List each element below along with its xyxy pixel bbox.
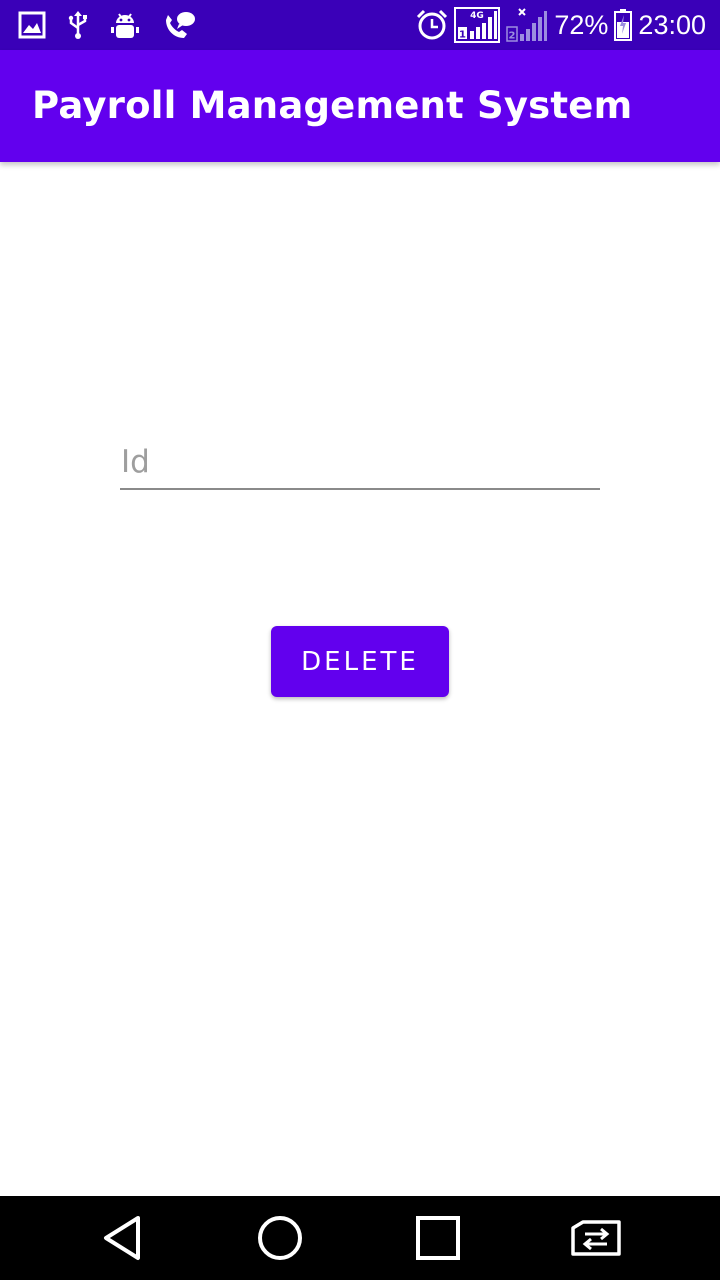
gallery-icon [18, 11, 46, 39]
switch-sim-icon [569, 1220, 623, 1256]
system-icons: 1 4G 2 72% 23:00 [416, 6, 706, 44]
screen: 1 4G 2 72% 23:00 Payroll Management Syst… [0, 0, 720, 1280]
sim2-label: 2 [509, 31, 516, 42]
clock: 23:00 [638, 9, 706, 40]
switch-sim-button[interactable] [546, 1196, 646, 1280]
app-bar: Payroll Management System [0, 50, 720, 162]
call-chat-icon [162, 10, 196, 40]
home-icon [257, 1215, 303, 1261]
back-icon [100, 1214, 144, 1262]
battery-percent: 72% [554, 9, 609, 40]
notification-icons [18, 8, 196, 42]
app-title: Payroll Management System [32, 84, 633, 127]
alarm-icon [416, 9, 448, 41]
usb-icon [68, 10, 88, 40]
signal-sim2-icon: 2 [506, 7, 548, 43]
status-bar: 1 4G 2 72% 23:00 [0, 0, 720, 50]
recents-button[interactable] [388, 1196, 488, 1280]
id-field [120, 436, 600, 492]
back-button[interactable] [72, 1196, 172, 1280]
navigation-bar [0, 1196, 720, 1280]
network-type-label: 4G [471, 11, 485, 21]
battery-charging-icon [614, 9, 633, 41]
id-input[interactable] [120, 436, 600, 490]
android-debug-icon [110, 10, 140, 40]
home-button[interactable] [230, 1196, 330, 1280]
delete-button[interactable]: DELETE [271, 626, 449, 697]
recents-icon [416, 1216, 460, 1260]
sim1-label: 1 [459, 30, 466, 41]
signal-sim1-icon: 1 4G [454, 7, 501, 43]
